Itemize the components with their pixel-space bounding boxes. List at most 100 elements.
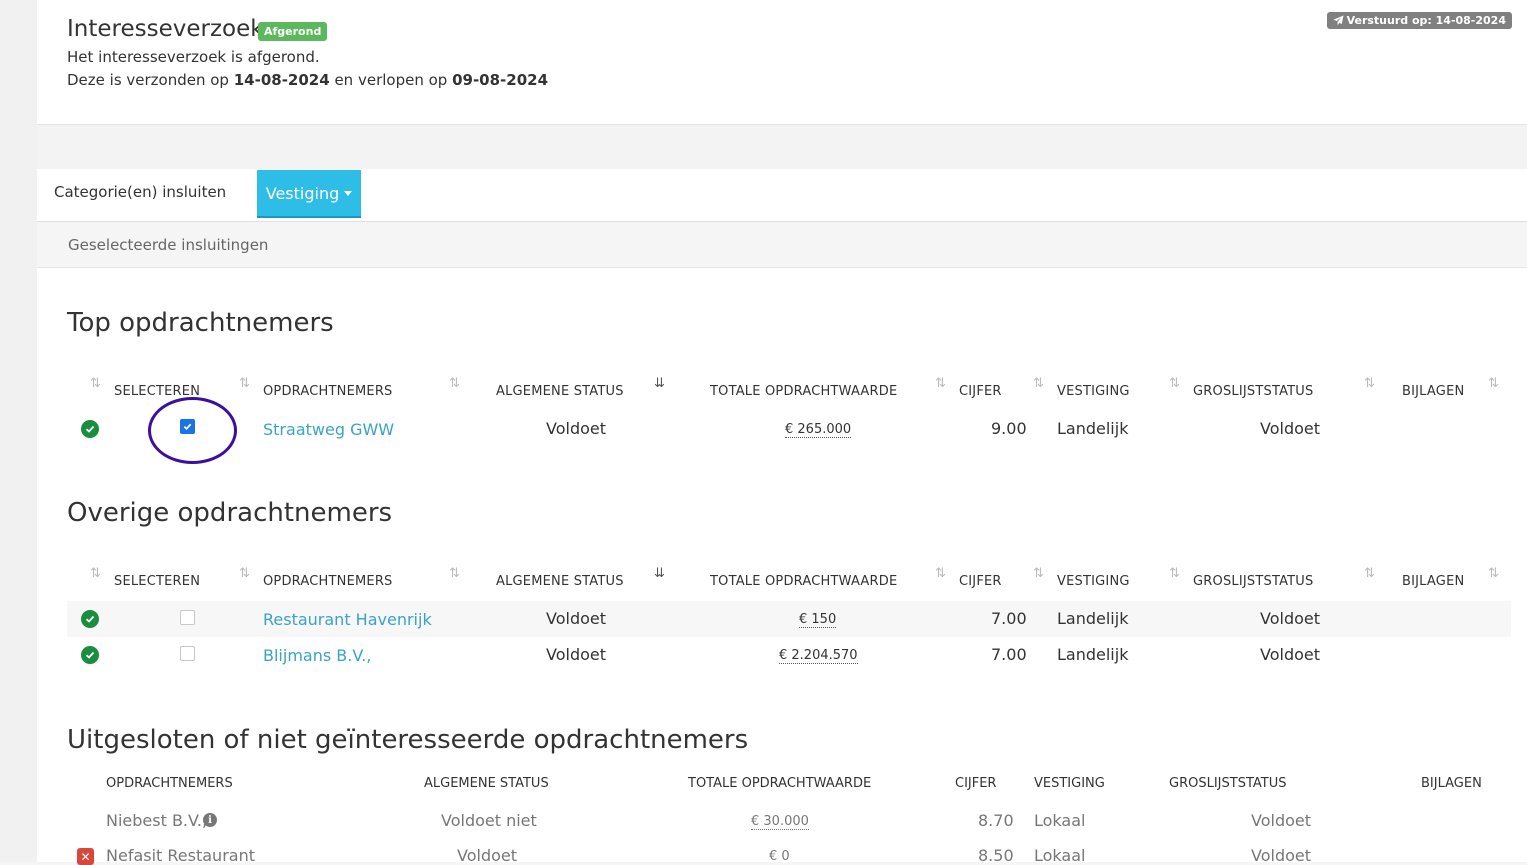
tab-location-label: Vestiging (265, 183, 340, 203)
sort-icon[interactable]: ⇅ (1364, 376, 1375, 391)
select-checkbox[interactable] (180, 646, 195, 661)
location-value: Landelijk (1057, 609, 1129, 628)
expire-middle: en verlopen op (329, 71, 453, 89)
sort-icon[interactable]: ⇅ (1488, 566, 1499, 581)
expire-date: 09-08-2024 (452, 71, 549, 89)
col-total-value: TOTALE OPDRACHTWAARDE (688, 776, 872, 791)
page-title: Interesseverzoek (67, 16, 264, 42)
sort-icon[interactable]: ⇅ (90, 376, 101, 391)
header-separator (37, 124, 1527, 170)
shortlist-status-value: Voldoet (1260, 645, 1320, 664)
status-message: Het interesseverzoek is afgerond. (67, 48, 320, 66)
col-general-status[interactable]: ALGEMENE STATUS (496, 384, 624, 399)
main-panel: Interesseverzoek Afgerond Het interessev… (37, 0, 1527, 865)
grade-value: 8.70 (978, 811, 1014, 830)
col-shortlist-status: GROSLIJSTSTATUS (1169, 776, 1287, 791)
selected-inclusions-label: Geselecteerde insluitingen (68, 236, 269, 254)
sort-icon[interactable]: ⇅ (90, 566, 101, 581)
grade-value: 7.00 (991, 609, 1027, 628)
total-value: € 30.000 (751, 814, 809, 830)
location-value: Landelijk (1057, 645, 1129, 664)
check-circle-icon (81, 610, 99, 628)
tab-location-dropdown[interactable]: Vestiging (257, 170, 361, 218)
col-shortlist-status[interactable]: GROSLIJSTSTATUS (1193, 384, 1313, 399)
location-value: Lokaal (1034, 846, 1086, 865)
paper-plane-icon (1333, 15, 1344, 26)
other-heading: Overige opdrachtnemers (67, 498, 393, 528)
col-total-value[interactable]: TOTALE OPDRACHTWAARDE (710, 384, 897, 399)
col-contractors[interactable]: OPDRACHTNEMERS (263, 384, 393, 399)
shortlist-status-value: Voldoet (1260, 419, 1320, 438)
general-status-value: Voldoet (546, 609, 606, 628)
general-status-value: Voldoet niet (441, 811, 537, 830)
check-circle-icon (81, 420, 99, 438)
top-heading: Top opdrachtnemers (67, 308, 334, 338)
sort-icon[interactable]: ⇅ (239, 566, 250, 581)
annotation-highlight-circle (148, 397, 237, 464)
sort-icon[interactable]: ⇅ (1033, 566, 1044, 581)
col-general-status: ALGEMENE STATUS (424, 776, 549, 791)
sort-icon[interactable]: ⇅ (935, 376, 946, 391)
col-location[interactable]: VESTIGING (1057, 384, 1130, 399)
col-total-value[interactable]: TOTALE OPDRACHTWAARDE (710, 574, 897, 589)
grade-value: 8.50 (978, 846, 1014, 865)
left-sidebar-strip (0, 0, 37, 862)
general-status-value: Voldoet (457, 846, 517, 865)
col-attachments: BIJLAGEN (1421, 776, 1482, 791)
sort-icon[interactable]: ⇅ (935, 566, 946, 581)
sort-icon[interactable]: ⇅ (239, 376, 250, 391)
col-grade[interactable]: CIJFER (959, 384, 1002, 399)
location-value: Lokaal (1034, 811, 1086, 830)
col-contractors: OPDRACHTNEMERS (106, 776, 233, 791)
excluded-heading: Uitgesloten of niet geïnteresseerde opdr… (67, 725, 749, 755)
sort-icon[interactable]: ⇅ (1364, 566, 1375, 581)
sort-icon[interactable]: ⇅ (449, 376, 460, 391)
status-badge: Afgerond (258, 22, 328, 41)
selected-inclusions-bar: Geselecteerde insluitingen (37, 222, 1527, 268)
total-value: € 2.204.570 (779, 648, 858, 664)
col-general-status[interactable]: ALGEMENE STATUS (496, 574, 624, 589)
total-value: € 265.000 (785, 422, 852, 438)
col-location[interactable]: VESTIGING (1057, 574, 1130, 589)
contractor-link[interactable]: Restaurant Havenrijk (263, 610, 432, 629)
select-checkbox[interactable] (180, 610, 195, 625)
col-attachments[interactable]: BIJLAGEN (1402, 384, 1464, 399)
sort-icon[interactable]: ⇅ (1488, 376, 1499, 391)
col-grade: CIJFER (955, 776, 997, 791)
sort-desc-icon[interactable]: ⇊ (654, 566, 665, 581)
sort-desc-icon[interactable]: ⇊ (654, 376, 665, 391)
sent-date: 14-08-2024 (233, 71, 330, 89)
sort-icon[interactable]: ⇅ (449, 566, 460, 581)
sent-prefix: Deze is verzonden op (67, 71, 234, 89)
sent-badge-label: Verstuurd op: 14-08-2024 (1346, 14, 1506, 27)
grade-value: 7.00 (991, 645, 1027, 664)
sort-icon[interactable]: ⇅ (1169, 376, 1180, 391)
col-location: VESTIGING (1034, 776, 1105, 791)
total-value: € 150 (799, 612, 837, 628)
check-circle-icon (81, 646, 99, 664)
col-grade[interactable]: CIJFER (959, 574, 1002, 589)
tab-include-categories[interactable]: Categorie(en) insluiten (54, 183, 226, 201)
col-select[interactable]: SELECTEREN (114, 574, 200, 589)
info-icon[interactable]: i (203, 813, 217, 827)
caret-down-icon (344, 190, 353, 196)
contractor-link[interactable]: Blijmans B.V., (263, 646, 371, 665)
shortlist-status-value: Voldoet (1251, 811, 1311, 830)
sent-badge: Verstuurd op: 14-08-2024 (1326, 12, 1512, 29)
contractor-name: Niebest B.V., (106, 811, 208, 830)
contractor-link[interactable]: Straatweg GWW (263, 420, 394, 439)
dates-message: Deze is verzonden op 14-08-2024 en verlo… (67, 71, 548, 89)
contractor-name: Nefasit Restaurant (106, 846, 255, 865)
location-value: Landelijk (1057, 419, 1129, 438)
col-contractors[interactable]: OPDRACHTNEMERS (263, 574, 393, 589)
general-status-value: Voldoet (546, 419, 606, 438)
col-attachments[interactable]: BIJLAGEN (1402, 574, 1464, 589)
grade-value: 9.00 (991, 419, 1027, 438)
shortlist-status-value: Voldoet (1251, 846, 1311, 865)
col-shortlist-status[interactable]: GROSLIJSTSTATUS (1193, 574, 1313, 589)
sort-icon[interactable]: ⇅ (1169, 566, 1180, 581)
shortlist-status-value: Voldoet (1260, 609, 1320, 628)
general-status-value: Voldoet (546, 645, 606, 664)
close-icon: ✕ (77, 848, 94, 865)
sort-icon[interactable]: ⇅ (1033, 376, 1044, 391)
